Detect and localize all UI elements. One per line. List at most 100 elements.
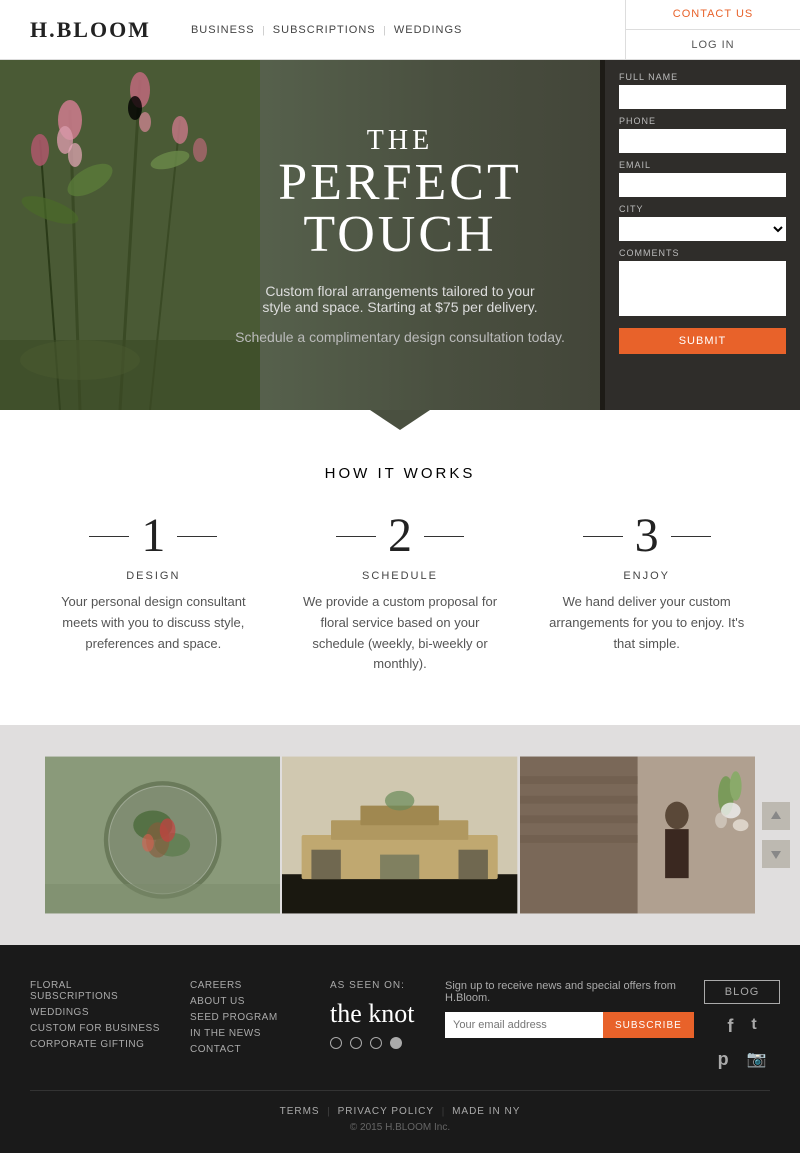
twitter-icon[interactable]: t: [751, 1016, 756, 1037]
submit-button[interactable]: SUBMIT: [619, 328, 786, 354]
step-3-label: ENJOY: [543, 570, 750, 582]
dots-indicator: [330, 1037, 430, 1049]
contact-form-panel: FULL NAME PHONE EMAIL CITY COMMENTS SUBM…: [605, 60, 800, 410]
hero-arrow: [0, 410, 800, 430]
dot-2[interactable]: [350, 1037, 362, 1049]
footer-col-1: FLORAL SUBSCRIPTIONS WEDDINGS CUSTOM FOR…: [30, 980, 160, 1055]
step-1-number-row: 1: [50, 512, 257, 560]
footer-link-subscriptions[interactable]: FLORAL SUBSCRIPTIONS: [30, 980, 160, 1002]
dot-3[interactable]: [370, 1037, 382, 1049]
full-name-field: FULL NAME: [619, 72, 786, 109]
step-1: 1 DESIGN Your personal design consultant…: [30, 512, 277, 675]
facebook-icon[interactable]: f: [727, 1016, 733, 1037]
made-in-ny-link[interactable]: MADE IN NY: [452, 1106, 520, 1117]
footer-link-custom-business[interactable]: CUSTOM FOR BUSINESS: [30, 1023, 160, 1034]
step-1-label: DESIGN: [50, 570, 257, 582]
gallery-image-2[interactable]: [282, 755, 517, 915]
gallery-section: [0, 725, 800, 945]
hero-subtitle-2: style and space. Starting at $75 per del…: [200, 299, 600, 315]
hero-subtitle-1: Custom floral arrangements tailored to y…: [200, 283, 600, 299]
step-1-line-right: [177, 536, 217, 537]
gallery-nav-up-button[interactable]: [762, 802, 790, 830]
the-knot-logo: the knot: [330, 999, 430, 1029]
footer-link-weddings[interactable]: WEDDINGS: [30, 1007, 160, 1018]
email-label: EMAIL: [619, 160, 786, 170]
login-button[interactable]: LOG IN: [626, 30, 800, 60]
subscribe-button[interactable]: SUBSCRIBE: [603, 1012, 694, 1038]
social-icons-row-2: p 📷: [718, 1049, 767, 1070]
hero-section: THE PERFECT TOUCH Custom floral arrangem…: [0, 60, 800, 410]
nav-business[interactable]: BUSINESS: [191, 24, 255, 36]
comments-field: COMMENTS: [619, 248, 786, 321]
step-3-number: 3: [635, 512, 659, 560]
dot-4-active[interactable]: [390, 1037, 402, 1049]
comments-input[interactable]: [619, 261, 786, 316]
footer-link-seed[interactable]: SEED PROGRAM: [190, 1012, 300, 1023]
how-it-works-title: HOW IT WORKS: [30, 465, 770, 482]
step-2-number-row: 2: [297, 512, 504, 560]
footer-link-careers[interactable]: CAREERS: [190, 980, 300, 991]
phone-field: PHONE: [619, 116, 786, 153]
email-field: EMAIL: [619, 160, 786, 197]
copyright-text: © 2015 H.BLOOM Inc.: [30, 1122, 770, 1133]
step-2-number: 2: [388, 512, 412, 560]
step-2-label: SCHEDULE: [297, 570, 504, 582]
blog-button[interactable]: BLOG: [704, 980, 781, 1004]
hero-title-small: THE: [200, 125, 600, 157]
hero-content: THE PERFECT TOUCH Custom floral arrangem…: [200, 125, 600, 345]
hero-title-large: PERFECT TOUCH: [200, 157, 600, 261]
footer-link-contact[interactable]: CONTACT: [190, 1044, 300, 1055]
footer: FLORAL SUBSCRIPTIONS WEDDINGS CUSTOM FOR…: [0, 945, 800, 1153]
step-3-number-row: 3: [543, 512, 750, 560]
step-1-desc: Your personal design consultant meets wi…: [50, 592, 257, 654]
step-2: 2 SCHEDULE We provide a custom proposal …: [277, 512, 524, 675]
step-2-line-left: [336, 536, 376, 537]
step-1-line-left: [89, 536, 129, 537]
nav-subscriptions[interactable]: SUBSCRIPTIONS: [273, 24, 376, 36]
how-it-works-section: HOW IT WORKS 1 DESIGN Your personal desi…: [0, 430, 800, 725]
gallery-image-1[interactable]: [45, 755, 280, 915]
dot-1[interactable]: [330, 1037, 342, 1049]
social-icons-row-1: f t: [727, 1016, 756, 1037]
pinterest-icon[interactable]: p: [718, 1049, 729, 1070]
footer-link-news[interactable]: IN THE NEWS: [190, 1028, 300, 1039]
terms-link[interactable]: TERMS: [280, 1106, 320, 1117]
comments-label: COMMENTS: [619, 248, 786, 258]
newsletter-email-input[interactable]: [445, 1012, 603, 1038]
footer-col-2: CAREERS ABOUT US SEED PROGRAM IN THE NEW…: [190, 980, 300, 1060]
nav-weddings[interactable]: WEDDINGS: [394, 24, 463, 36]
full-name-input[interactable]: [619, 85, 786, 109]
as-seen-on-label: AS SEEN ON:: [330, 980, 430, 991]
contact-us-button[interactable]: CONTACT US: [626, 0, 800, 30]
full-name-label: FULL NAME: [619, 72, 786, 82]
footer-bottom: TERMS | PRIVACY POLICY | MADE IN NY © 20…: [30, 1090, 770, 1133]
footer-link-corporate[interactable]: CORPORATE GIFTING: [30, 1039, 160, 1050]
footer-link-about[interactable]: ABOUT US: [190, 996, 300, 1007]
hero-cta: Schedule a complimentary design consulta…: [200, 329, 600, 345]
phone-input[interactable]: [619, 129, 786, 153]
email-signup-row: SUBSCRIBE: [445, 1012, 694, 1038]
gallery-images: [0, 755, 800, 915]
steps-container: 1 DESIGN Your personal design consultant…: [30, 512, 770, 675]
pipe-2: |: [442, 1106, 444, 1117]
gallery-nav-right: [762, 802, 790, 868]
footer-bottom-links: TERMS | PRIVACY POLICY | MADE IN NY: [30, 1106, 770, 1117]
gallery-image-3[interactable]: [520, 755, 755, 915]
pipe-1: |: [328, 1106, 330, 1117]
signup-text: Sign up to receive news and special offe…: [445, 980, 694, 1004]
privacy-link[interactable]: PRIVACY POLICY: [338, 1106, 434, 1117]
step-2-line-right: [424, 536, 464, 537]
main-nav: BUSINESS | SUBSCRIPTIONS | WEDDINGS: [191, 24, 462, 36]
city-field: CITY: [619, 204, 786, 241]
step-1-number: 1: [141, 512, 165, 560]
logo[interactable]: H.BLOOM: [30, 17, 151, 43]
step-3-line-left: [583, 536, 623, 537]
city-label: CITY: [619, 204, 786, 214]
city-select[interactable]: [619, 217, 786, 241]
header-right-panel: CONTACT US LOG IN: [625, 0, 800, 60]
gallery-nav-down-button[interactable]: [762, 840, 790, 868]
step-3-line-right: [671, 536, 711, 537]
email-input[interactable]: [619, 173, 786, 197]
footer-col-5: BLOG f t p 📷: [694, 980, 781, 1070]
instagram-icon[interactable]: 📷: [747, 1049, 767, 1070]
